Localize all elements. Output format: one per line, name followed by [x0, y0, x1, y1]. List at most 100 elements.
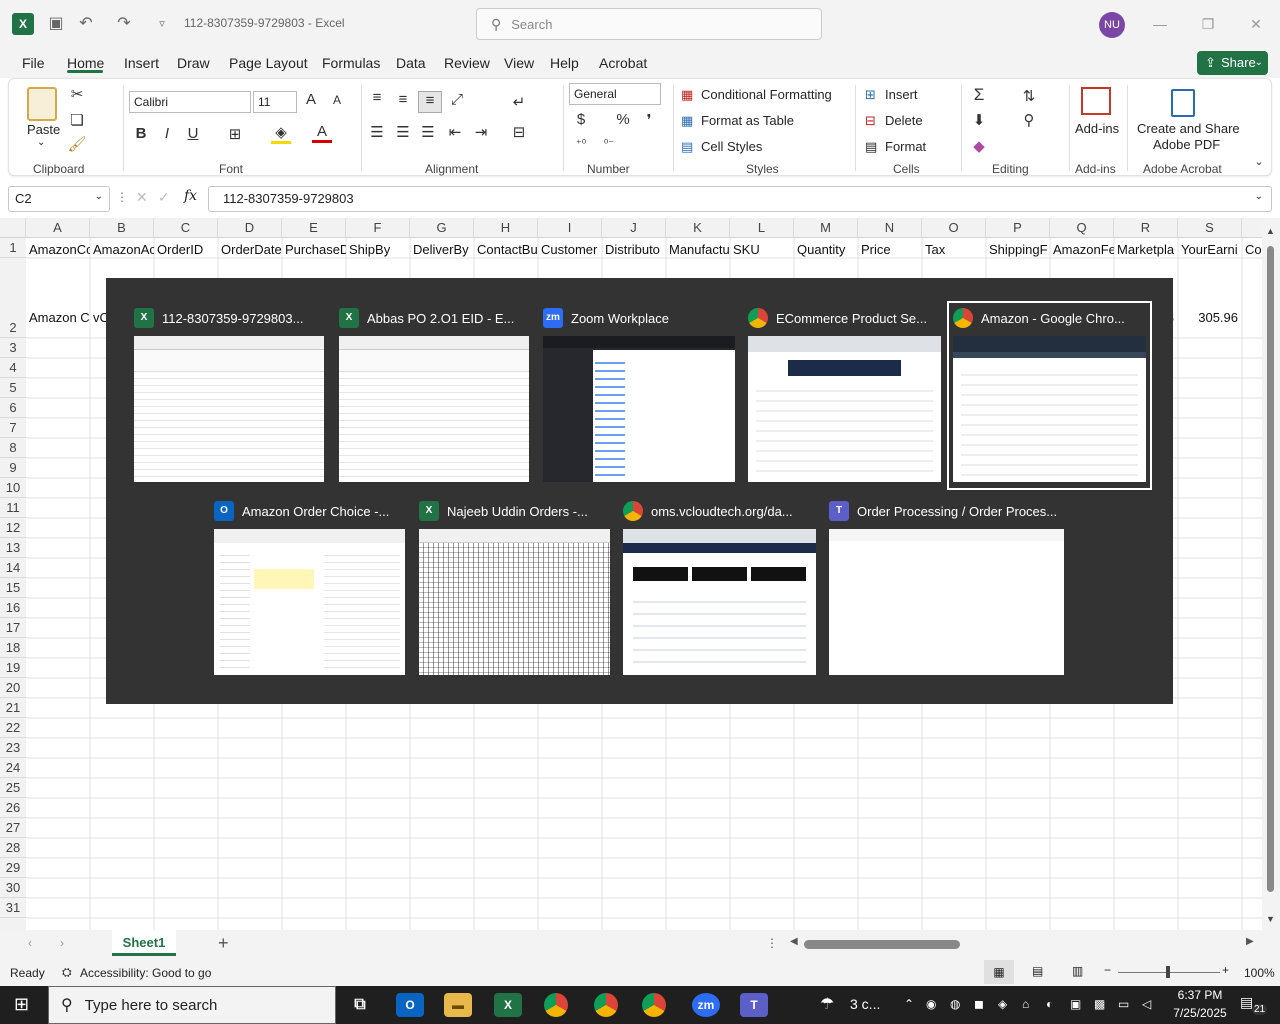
cell-header-d[interactable]: OrderDate	[218, 240, 282, 260]
tab-page-layout[interactable]: Page Layout	[229, 55, 308, 71]
minimize-icon[interactable]: —	[1148, 12, 1172, 36]
clock-time[interactable]: 6:37 PM	[1170, 988, 1230, 1002]
align-right-icon[interactable]: ☰	[418, 123, 438, 141]
tab-data[interactable]: Data	[396, 55, 426, 71]
cell-header-r[interactable]: Marketpla	[1114, 240, 1178, 260]
display-icon[interactable]: ▭	[1118, 997, 1129, 1011]
row-header-8[interactable]: 8	[0, 438, 26, 458]
row-header-22[interactable]: 22	[0, 718, 26, 738]
chrome-taskbar-icon[interactable]	[544, 993, 568, 1017]
row-header-14[interactable]: 14	[0, 558, 26, 578]
cell-header-n[interactable]: Price	[858, 240, 922, 260]
zoom-tray-icon[interactable]: ◍	[950, 997, 960, 1011]
row-header-27[interactable]: 27	[0, 818, 26, 838]
weather-text[interactable]: 3 c...	[850, 996, 880, 1012]
column-header-l[interactable]: L	[730, 218, 794, 238]
clear-icon[interactable]: ◆	[969, 137, 989, 155]
column-header-b[interactable]: B	[90, 218, 154, 238]
weather-icon[interactable]: ☂	[820, 994, 834, 1014]
row-header-1[interactable]: 1	[0, 238, 26, 258]
row-header-31[interactable]: 31	[0, 898, 26, 918]
delete-cells-button[interactable]: Delete	[885, 113, 923, 128]
comma-style-icon[interactable]: ❜	[639, 111, 659, 129]
column-header-o[interactable]: O	[922, 218, 986, 238]
format-as-table-button[interactable]: Format as Table	[701, 113, 794, 128]
column-header-q[interactable]: Q	[1050, 218, 1114, 238]
tab-file[interactable]: File	[22, 55, 45, 71]
chrome-taskbar-icon[interactable]	[594, 993, 618, 1017]
cell-header-p[interactable]: ShippingF	[986, 240, 1050, 260]
cell-header-k[interactable]: Manufactu	[666, 240, 730, 260]
create-share-pdf-line2[interactable]: Adobe PDF	[1153, 137, 1220, 152]
row-header-28[interactable]: 28	[0, 838, 26, 858]
cell-header-a[interactable]: AmazonCo	[26, 240, 90, 260]
column-header-s[interactable]: S	[1178, 218, 1242, 238]
chrome-taskbar-icon[interactable]	[642, 993, 666, 1017]
tab-insert[interactable]: Insert	[124, 55, 159, 71]
teams-taskbar-icon[interactable]: T	[740, 993, 768, 1017]
row-header-2[interactable]: 2	[0, 258, 26, 338]
row-header-16[interactable]: 16	[0, 598, 26, 618]
sort-filter-icon[interactable]: ⇅	[1019, 87, 1039, 105]
paste-dropdown-icon[interactable]: ⌄	[37, 137, 45, 148]
zoom-in-icon[interactable]: +	[1222, 963, 1229, 977]
align-bottom-icon[interactable]: ≡	[418, 91, 442, 113]
cell-header-o[interactable]: Tax	[922, 240, 986, 260]
zoom-taskbar-icon[interactable]: zm	[692, 993, 720, 1017]
zoom-level[interactable]: 100%	[1244, 966, 1275, 980]
cell-header-q[interactable]: AmazonFe	[1050, 240, 1114, 260]
font-family-select[interactable]: Calibri	[129, 91, 251, 113]
clock-date[interactable]: 7/25/2025	[1164, 1006, 1236, 1020]
cell-header-b[interactable]: AmazonAc	[90, 240, 154, 260]
row-header-6[interactable]: 6	[0, 398, 26, 418]
maximize-icon[interactable]: ❐	[1196, 12, 1220, 36]
row-header-25[interactable]: 25	[0, 778, 26, 798]
tab-view[interactable]: View	[504, 55, 534, 71]
column-header-c[interactable]: C	[154, 218, 218, 238]
row-header-9[interactable]: 9	[0, 458, 26, 478]
align-top-icon[interactable]: ≡	[367, 89, 387, 106]
column-header-p[interactable]: P	[986, 218, 1050, 238]
chevron-up-icon[interactable]: ⌃	[904, 997, 914, 1011]
tab-acrobat[interactable]: Acrobat	[599, 55, 647, 71]
page-layout-view-icon[interactable]: ▤	[1032, 964, 1043, 978]
cell-header-j[interactable]: Distributo	[602, 240, 666, 260]
column-header-r[interactable]: R	[1114, 218, 1178, 238]
decrease-decimal-icon[interactable]: ⁰⁻	[599, 137, 619, 150]
share-button[interactable]: ⇪ Share ⌄	[1197, 51, 1268, 75]
add-ins-button[interactable]: Add-ins	[1075, 121, 1119, 136]
conditional-formatting-button[interactable]: Conditional Formatting	[701, 87, 832, 102]
prev-sheet-icon[interactable]: ‹	[28, 936, 32, 950]
tab-home[interactable]: Home	[67, 55, 104, 71]
avatar[interactable]: NU	[1099, 12, 1125, 38]
teams-tray-icon[interactable]: ◈	[998, 997, 1007, 1011]
row-header-19[interactable]: 19	[0, 658, 26, 678]
app-tray-icon[interactable]: ▩	[1094, 997, 1105, 1011]
column-header-h[interactable]: H	[474, 218, 538, 238]
enter-icon[interactable]: ✓	[158, 189, 170, 206]
fill-icon[interactable]: ⬇	[969, 111, 989, 129]
insert-cells-button[interactable]: Insert	[885, 87, 918, 102]
cell-header-m[interactable]: Quantity	[794, 240, 858, 260]
orientation-icon[interactable]: ⤢	[447, 91, 467, 108]
fill-color-icon[interactable]: ◈	[271, 123, 291, 144]
column-header-e[interactable]: E	[282, 218, 346, 238]
format-painter-icon[interactable]: 🖌	[67, 135, 87, 153]
row-header-18[interactable]: 18	[0, 638, 26, 658]
paste-icon[interactable]	[27, 87, 57, 121]
copy-icon[interactable]: ❏	[67, 111, 87, 129]
scroll-right-icon[interactable]: ▶	[1246, 936, 1254, 947]
page-break-view-icon[interactable]: ▥	[1072, 964, 1083, 978]
tab-review[interactable]: Review	[444, 55, 490, 71]
more-icon[interactable]: ⋮	[116, 190, 128, 204]
create-share-pdf-line1[interactable]: Create and Share	[1137, 121, 1240, 136]
search-box[interactable]: ⚲ Search	[476, 8, 822, 40]
name-box[interactable]: C2 ⌄	[8, 186, 110, 212]
increase-font-icon[interactable]: A	[301, 91, 321, 108]
column-header-j[interactable]: J	[602, 218, 666, 238]
autosum-icon[interactable]: Σ	[969, 85, 989, 105]
cell-s2[interactable]: 305.96	[1178, 308, 1242, 328]
italic-icon[interactable]: I	[157, 125, 177, 142]
font-color-icon[interactable]: A	[312, 123, 332, 143]
row-header-29[interactable]: 29	[0, 858, 26, 878]
